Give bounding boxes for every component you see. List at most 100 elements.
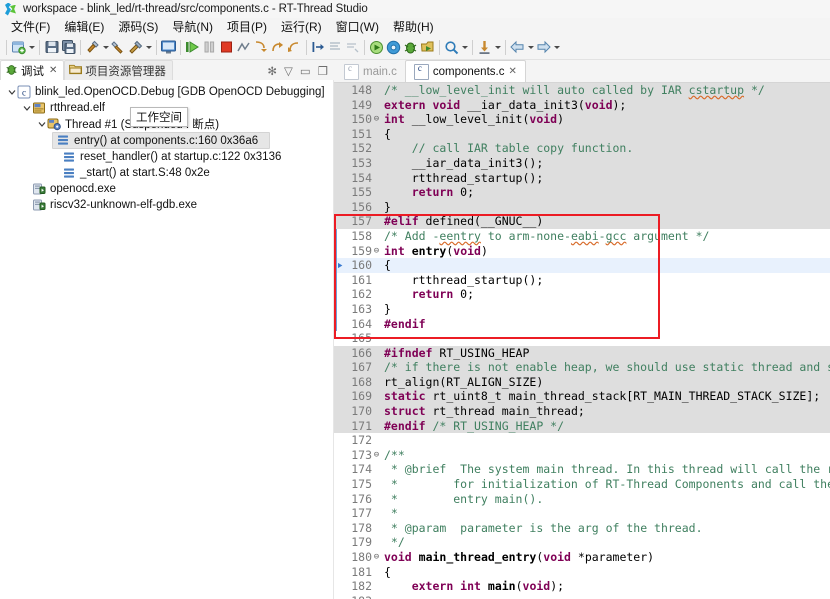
code-line[interactable]: 164 #endif <box>334 316 830 332</box>
code-line[interactable]: 155 return 0; <box>334 185 830 200</box>
instruction-stepping-icon[interactable] <box>310 38 327 57</box>
gutter-marker-slot[interactable] <box>337 360 346 375</box>
code-line[interactable]: 150 ⊖ int __low_level_init(void) <box>334 112 830 127</box>
code-line[interactable]: 151 { <box>334 126 830 142</box>
code-line[interactable]: 183 <box>334 594 830 599</box>
code-line[interactable]: 179 */ <box>334 535 830 550</box>
forward-caret[interactable] <box>552 38 561 57</box>
code-line[interactable]: 159 ⊖ int entry(void) <box>334 243 830 259</box>
menu-window[interactable]: 窗口(W) <box>329 17 386 36</box>
gutter-marker-slot[interactable] <box>337 98 346 113</box>
debug-bug-icon[interactable] <box>402 38 419 57</box>
close-icon[interactable]: ✕ <box>49 65 57 76</box>
code-line[interactable]: 162 return 0; <box>334 287 830 302</box>
code-line[interactable]: 153 __iar_data_init3(); <box>334 155 830 171</box>
gutter-marker-slot[interactable] <box>337 506 346 521</box>
resume-icon[interactable] <box>184 38 201 57</box>
close-icon[interactable]: ✕ <box>508 66 516 77</box>
gutter-marker-slot[interactable] <box>337 317 346 332</box>
save-all-icon[interactable] <box>60 38 77 57</box>
gutter-marker-slot[interactable] <box>337 579 346 594</box>
menu-file[interactable]: 文件(F) <box>4 17 57 36</box>
settings-gear-icon[interactable] <box>385 38 402 57</box>
gutter-marker-slot[interactable] <box>337 448 346 463</box>
fold-collapse-icon[interactable]: ⊖ <box>372 244 381 259</box>
code-line[interactable]: 171 #endif /* RT_USING_HEAP */ <box>334 418 830 434</box>
gutter-marker-slot[interactable] <box>337 492 346 507</box>
code-line[interactable]: 181 { <box>334 565 830 580</box>
fold-collapse-icon[interactable]: ⊖ <box>372 112 381 127</box>
chevron-down-icon[interactable] <box>36 116 47 132</box>
clean-icon[interactable] <box>110 38 127 57</box>
drop-to-frame-icon[interactable] <box>344 38 361 57</box>
chevron-down-icon[interactable] <box>6 84 17 100</box>
gutter-marker-slot[interactable] <box>337 127 346 142</box>
gutter-marker-slot[interactable] <box>337 433 346 448</box>
code-line[interactable]: 152 // call IAR table copy function. <box>334 141 830 156</box>
gutter-marker-slot[interactable] <box>337 346 346 361</box>
gutter-marker-slot[interactable] <box>337 565 346 580</box>
maximize-view-icon[interactable]: ❐ <box>318 64 328 78</box>
code-line[interactable]: 168 rt_align(RT_ALIGN_SIZE) <box>334 374 830 390</box>
terminate-icon[interactable] <box>218 38 235 57</box>
gutter-marker-slot[interactable] <box>337 419 346 434</box>
gutter-marker-slot[interactable] <box>337 112 346 127</box>
code-line[interactable]: 148 /* __low_level_init will auto called … <box>334 83 830 98</box>
code-line[interactable]: 167 /* if there is not enable heap, we sh… <box>334 360 830 375</box>
gutter-marker-slot[interactable] <box>337 375 346 390</box>
code-line[interactable]: 180 ⊖ void main_thread_entry(void *paramet… <box>334 550 830 565</box>
code-line[interactable]: 156} <box>334 199 830 215</box>
debug-tree-item[interactable]: riscv32-unknown-elf-gdb.exe <box>0 197 333 213</box>
code-line[interactable]: 169 static rt_uint8_t main_thread_stack[R… <box>334 389 830 405</box>
step-return-icon[interactable] <box>286 38 303 57</box>
debug-tree[interactable]: c blink_led.OpenOCD.Debug [GDB OpenOCD De… <box>0 80 334 599</box>
debug-tree-item[interactable]: c blink_led.OpenOCD.Debug [GDB OpenOCD De… <box>0 84 333 100</box>
build-config-icon[interactable] <box>127 38 144 57</box>
run-icon[interactable] <box>419 38 436 57</box>
gutter-marker-slot[interactable] <box>337 535 346 550</box>
code-line[interactable]: 154 rtthread_startup(); <box>334 170 830 186</box>
code-line[interactable]: 182 extern int main(void); <box>334 579 830 594</box>
run-last-tool-icon[interactable] <box>368 38 385 57</box>
tab-debug[interactable]: 调试 ✕ <box>0 60 65 80</box>
download-caret[interactable] <box>493 38 502 57</box>
tab-components-c[interactable]: components.c ✕ <box>404 60 526 82</box>
gutter-marker-slot[interactable] <box>337 521 346 536</box>
code-line[interactable]: 166 #ifndef RT_USING_HEAP <box>334 345 830 361</box>
gutter-marker-slot[interactable] <box>337 156 346 171</box>
debug-tree-item[interactable]: openocd.exe <box>0 181 333 197</box>
gutter-marker-slot[interactable] <box>337 302 346 317</box>
build-hammer-icon[interactable] <box>84 38 101 57</box>
gutter-marker-slot[interactable] <box>337 200 346 215</box>
gutter-marker-slot[interactable] <box>337 83 346 98</box>
step-into-selection-icon[interactable] <box>327 38 344 57</box>
new-project-icon[interactable] <box>10 38 27 57</box>
menu-edit[interactable]: 编辑(E) <box>57 17 111 36</box>
tab-project-explorer[interactable]: 项目资源管理器 <box>64 60 173 80</box>
chevron-down-icon[interactable] <box>21 100 32 116</box>
code-line[interactable]: 177 * <box>334 506 830 521</box>
gutter-marker-slot[interactable] <box>337 171 346 186</box>
minimize-view-icon[interactable]: ▭ <box>300 64 311 78</box>
code-line[interactable]: 172 <box>334 433 830 448</box>
code-line[interactable]: 175 * for initialization of RT-Thread Co… <box>334 477 830 492</box>
menu-navigate[interactable]: 导航(N) <box>165 17 220 36</box>
gutter-marker-slot[interactable] <box>337 273 346 288</box>
gutter-marker-slot[interactable] <box>337 244 346 259</box>
menu-help[interactable]: 帮助(H) <box>386 17 441 36</box>
step-over-icon[interactable] <box>269 38 286 57</box>
gutter-marker-slot[interactable] <box>337 287 346 302</box>
build-config-caret[interactable] <box>144 38 153 57</box>
gutter-marker-slot[interactable] <box>337 214 346 229</box>
menu-run[interactable]: 运行(R) <box>274 17 329 36</box>
code-line[interactable]: 173 ⊖/** <box>334 448 830 463</box>
gutter-marker-slot[interactable] <box>337 229 346 244</box>
debug-tree-item-selected[interactable]: entry() at components.c:160 0x36a6 <box>52 132 270 149</box>
debug-tree-item[interactable]: reset_handler() at startup.c:122 0x3136 <box>0 149 333 165</box>
gutter-marker-slot[interactable] <box>337 477 346 492</box>
fold-collapse-icon[interactable]: ⊖ <box>372 550 381 565</box>
code-line-current[interactable]: 160 { <box>334 258 830 273</box>
code-line[interactable]: 158 /* Add -eentry to arm-none-eabi-gcc a… <box>334 228 830 244</box>
gutter-marker-slot[interactable] <box>337 389 346 404</box>
download-icon[interactable] <box>476 38 493 57</box>
